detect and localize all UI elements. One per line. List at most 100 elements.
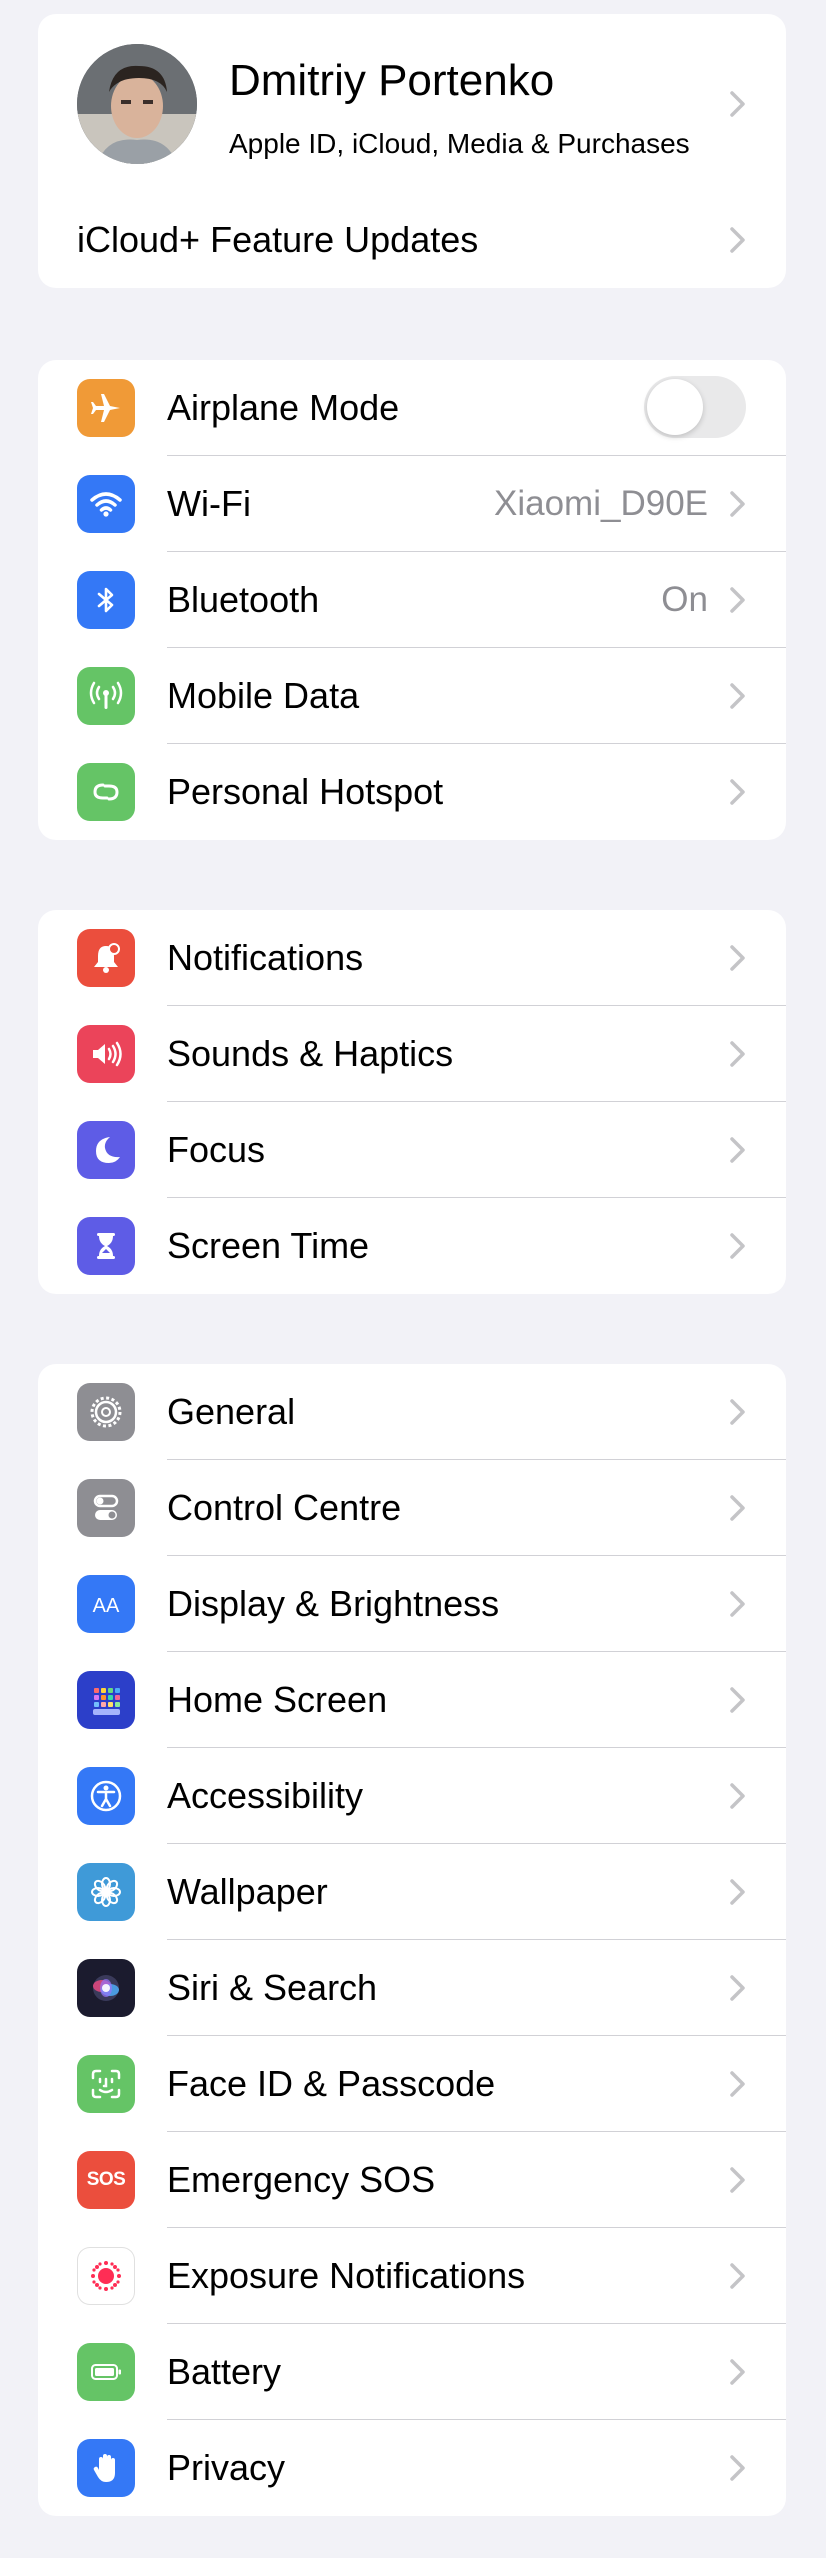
icloud-feature-updates-label: iCloud+ Feature Updates xyxy=(77,219,479,260)
bell-icon xyxy=(77,929,135,987)
wallpaper-row[interactable]: Wallpaper xyxy=(38,1844,786,1940)
wallpaper-label: Wallpaper xyxy=(167,1871,328,1912)
sounds-haptics-label: Sounds & Haptics xyxy=(167,1033,454,1074)
toggle-knob xyxy=(647,379,703,435)
personal-hotspot-row[interactable]: Personal Hotspot xyxy=(38,744,786,840)
moon-icon xyxy=(77,1121,135,1179)
battery-label: Battery xyxy=(167,2351,282,2392)
chevron-right-icon xyxy=(730,683,745,709)
hourglass-icon xyxy=(77,1217,135,1275)
chevron-right-icon xyxy=(730,91,745,117)
screen-time-label: Screen Time xyxy=(167,1225,370,1266)
exposure-notifications-row[interactable]: Exposure Notifications xyxy=(38,2228,786,2324)
gear-icon xyxy=(77,1383,135,1441)
chevron-right-icon xyxy=(730,1975,745,2001)
wifi-row[interactable]: Wi-Fi Xiaomi_D90E xyxy=(38,456,786,552)
antenna-icon xyxy=(77,667,135,725)
wifi-icon xyxy=(77,475,135,533)
focus-row[interactable]: Focus xyxy=(38,1102,786,1198)
display-brightness-row[interactable]: AA Display & Brightness xyxy=(38,1556,786,1652)
flower-icon xyxy=(77,1863,135,1921)
battery-icon xyxy=(77,2343,135,2401)
accessibility-label: Accessibility xyxy=(167,1775,364,1816)
chevron-right-icon xyxy=(730,1879,745,1905)
chevron-right-icon xyxy=(730,1687,745,1713)
face-id-passcode-row[interactable]: Face ID & Passcode xyxy=(38,2036,786,2132)
focus-label: Focus xyxy=(167,1129,266,1170)
screen-time-row[interactable]: Screen Time xyxy=(38,1198,786,1294)
accessibility-icon xyxy=(77,1767,135,1825)
chevron-right-icon xyxy=(730,587,745,613)
bluetooth-row[interactable]: Bluetooth On xyxy=(38,552,786,648)
exposure-notifications-label: Exposure Notifications xyxy=(167,2255,526,2296)
alerts-group: Notifications Sounds & Haptics Focus Scr… xyxy=(38,910,786,1294)
battery-row[interactable]: Battery xyxy=(38,2324,786,2420)
mobile-data-row[interactable]: Mobile Data xyxy=(38,648,786,744)
face-id-icon xyxy=(77,2055,135,2113)
chevron-right-icon xyxy=(730,2071,745,2097)
bluetooth-status-value: On xyxy=(661,580,708,619)
svg-text:AA: AA xyxy=(93,1595,120,1617)
app-grid-icon xyxy=(77,1671,135,1729)
text-size-icon: AA xyxy=(77,1575,135,1633)
control-centre-label: Control Centre xyxy=(167,1487,402,1528)
chevron-right-icon xyxy=(730,945,745,971)
siri-search-row[interactable]: Siri & Search xyxy=(38,1940,786,2036)
notifications-row[interactable]: Notifications xyxy=(38,910,786,1006)
wifi-network-value: Xiaomi_D90E xyxy=(494,484,708,523)
profile-subtitle: Apple ID, iCloud, Media & Purchases xyxy=(229,128,690,159)
chevron-right-icon xyxy=(730,2167,745,2193)
exposure-icon xyxy=(77,2247,135,2305)
mobile-data-label: Mobile Data xyxy=(167,675,360,716)
privacy-label: Privacy xyxy=(167,2447,286,2488)
airplane-mode-label: Airplane Mode xyxy=(167,387,400,428)
display-brightness-label: Display & Brightness xyxy=(167,1583,500,1624)
home-screen-row[interactable]: Home Screen xyxy=(38,1652,786,1748)
emergency-sos-label: Emergency SOS xyxy=(167,2159,436,2200)
icloud-feature-updates-row[interactable]: iCloud+ Feature Updates xyxy=(38,192,786,288)
home-screen-label: Home Screen xyxy=(167,1679,388,1720)
connectivity-group: Airplane Mode Wi-Fi Xiaomi_D90E Bluetoot… xyxy=(38,360,786,840)
siri-search-label: Siri & Search xyxy=(167,1967,378,2008)
accessibility-row[interactable]: Accessibility xyxy=(38,1748,786,1844)
privacy-row[interactable]: Privacy xyxy=(38,2420,786,2516)
hand-icon xyxy=(77,2439,135,2497)
chevron-right-icon xyxy=(730,1137,745,1163)
chevron-right-icon xyxy=(730,2359,745,2385)
avatar xyxy=(77,44,197,164)
bluetooth-icon xyxy=(77,571,135,629)
airplane-mode-row[interactable]: Airplane Mode xyxy=(38,360,786,456)
general-label: General xyxy=(167,1391,296,1432)
emergency-sos-row[interactable]: SOS Emergency SOS xyxy=(38,2132,786,2228)
chevron-right-icon xyxy=(730,1495,745,1521)
siri-icon xyxy=(77,1959,135,2017)
face-id-passcode-label: Face ID & Passcode xyxy=(167,2063,496,2104)
chevron-right-icon xyxy=(730,1591,745,1617)
speaker-icon xyxy=(77,1025,135,1083)
chevron-right-icon xyxy=(730,1783,745,1809)
profile-group: Dmitriy Portenko Apple ID, iCloud, Media… xyxy=(38,14,786,288)
sos-icon-text: SOS xyxy=(86,2169,126,2190)
personal-hotspot-label: Personal Hotspot xyxy=(167,771,444,812)
chevron-right-icon xyxy=(730,1041,745,1067)
chevron-right-icon xyxy=(730,227,745,253)
sounds-haptics-row[interactable]: Sounds & Haptics xyxy=(38,1006,786,1102)
bluetooth-label: Bluetooth xyxy=(167,579,320,620)
chevron-right-icon xyxy=(730,1233,745,1259)
switches-icon xyxy=(77,1479,135,1537)
notifications-label: Notifications xyxy=(167,937,364,978)
airplane-icon xyxy=(77,379,135,437)
control-centre-row[interactable]: Control Centre xyxy=(38,1460,786,1556)
apple-id-row[interactable]: Dmitriy Portenko Apple ID, iCloud, Media… xyxy=(38,14,786,192)
chevron-right-icon xyxy=(730,779,745,805)
airplane-mode-toggle[interactable] xyxy=(644,376,746,438)
system-group: General Control Centre AA Display & Brig… xyxy=(38,1364,786,2516)
chevron-right-icon xyxy=(730,1399,745,1425)
general-row[interactable]: General xyxy=(38,1364,786,1460)
wifi-label: Wi-Fi xyxy=(167,483,251,524)
chevron-right-icon xyxy=(730,2263,745,2289)
sos-icon: SOS xyxy=(77,2151,135,2209)
profile-name: Dmitriy Portenko xyxy=(229,56,555,105)
chevron-right-icon xyxy=(730,2455,745,2481)
chevron-right-icon xyxy=(730,491,745,517)
